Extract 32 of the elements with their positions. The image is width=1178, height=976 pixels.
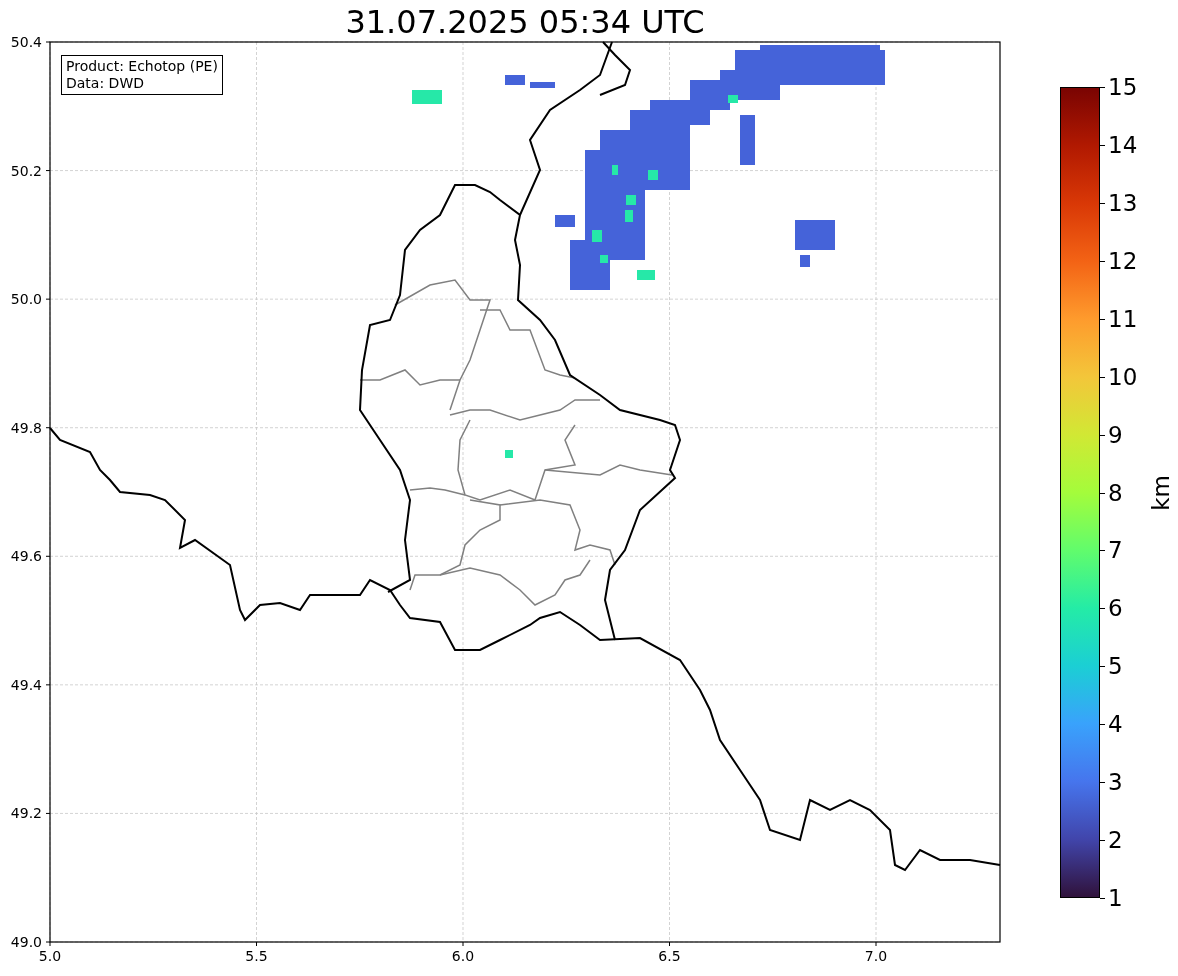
colorbar-label: km (1147, 475, 1174, 511)
colorbar-tick-label: 4 (1108, 711, 1123, 738)
colorbar-tick-label: 2 (1108, 827, 1123, 854)
colorbar-tick-label: 12 (1108, 247, 1138, 274)
x-tick-label: 5.0 (38, 948, 62, 964)
colorbar-tick-label: 13 (1108, 189, 1138, 216)
chart-title: 31.07.2025 05:34 UTC (344, 2, 706, 42)
y-tick-label: 50.2 (10, 162, 42, 179)
x-tick-label: 6.5 (658, 948, 681, 964)
colorbar-tick-label: 10 (1108, 363, 1138, 390)
colorbar-tick-label: 5 (1108, 653, 1123, 680)
y-tick-label: 49.8 (10, 419, 42, 436)
y-tick-label: 50.0 (10, 291, 42, 308)
colorbar-tick-label: 7 (1108, 537, 1123, 564)
y-tick-label: 49.6 (10, 548, 42, 565)
y-tick-label: 49.0 (10, 934, 42, 950)
legend-text: Product: Echotop (PE) (66, 58, 218, 75)
colorbar-tick-label: 11 (1108, 305, 1138, 332)
colorbar-tick-label: 1 (1108, 885, 1123, 911)
colorbar-tick-label: 9 (1108, 421, 1123, 448)
y-tick-label: 49.4 (10, 676, 42, 693)
colorbar-tick-label: 14 (1108, 131, 1138, 158)
x-tick-label: 7.0 (864, 948, 888, 964)
x-tick-label: 5.5 (245, 948, 268, 964)
legend-text: Data: DWD (66, 75, 145, 92)
y-tick-label: 49.2 (10, 805, 42, 822)
colorbar-tick-label: 6 (1108, 595, 1123, 622)
colorbar-tick-label: 15 (1108, 74, 1138, 100)
x-tick-label: 6.0 (451, 948, 475, 964)
colorbar-tick-label: 3 (1108, 769, 1123, 796)
y-tick-label: 50.4 (10, 34, 42, 50)
colorbar-tick-label: 8 (1108, 479, 1123, 506)
